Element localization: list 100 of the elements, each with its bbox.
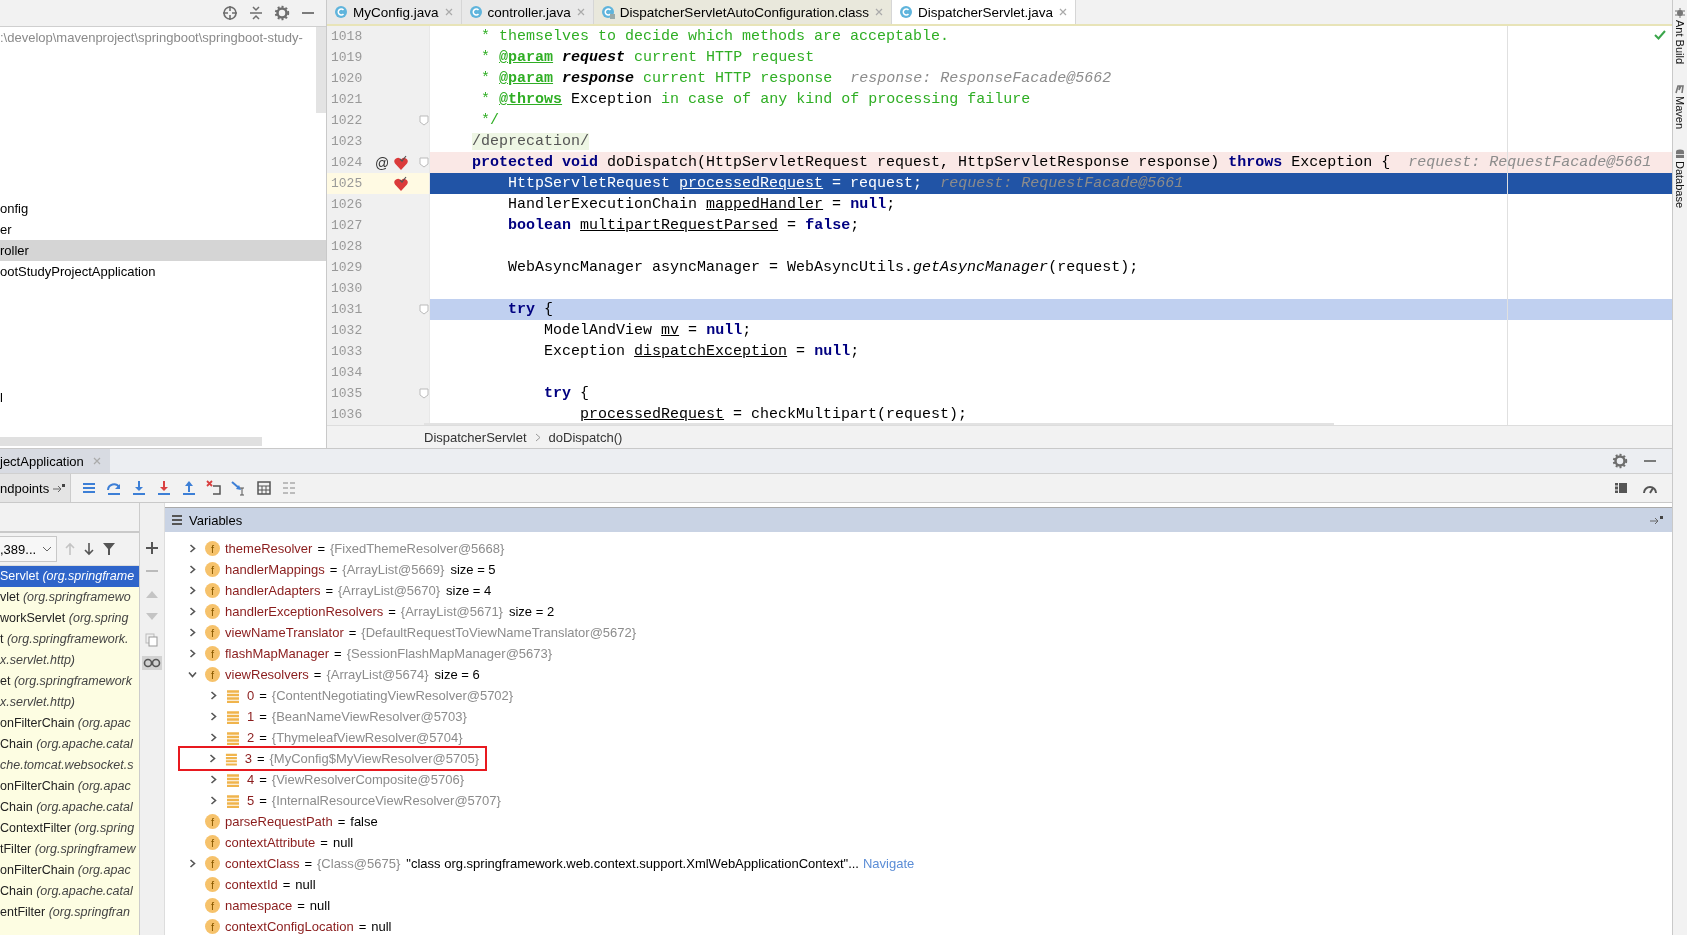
breakpoint-icon[interactable]	[393, 175, 409, 192]
chevron-icon[interactable]	[187, 586, 197, 595]
chevron-icon[interactable]	[187, 565, 197, 574]
chevron-icon[interactable]	[187, 607, 197, 616]
chevron-icon[interactable]	[208, 775, 218, 784]
stack-frame[interactable]: tFilter (org.springframew	[0, 839, 139, 860]
chevron-icon[interactable]	[208, 796, 218, 805]
object-reference: {FixedThemeResolver@5668}	[330, 541, 505, 556]
field-icon: f	[205, 919, 220, 934]
pin-icon[interactable]	[1650, 515, 1664, 525]
tree-item[interactable]: er	[0, 219, 326, 240]
plus-icon[interactable]	[145, 541, 159, 555]
layout-icon[interactable]	[1614, 481, 1628, 495]
drop-frame-icon[interactable]	[206, 480, 223, 496]
stack-frame[interactable]: che.tomcat.websocket.s	[0, 755, 139, 776]
step-out-icon[interactable]	[181, 480, 198, 496]
calculator-icon[interactable]	[256, 480, 273, 496]
filter-icon[interactable]	[102, 542, 117, 556]
line-number: 1018	[330, 29, 364, 44]
chevron-icon[interactable]	[208, 712, 218, 721]
variable-name: handlerMappings	[225, 562, 325, 577]
equals-sign: =	[317, 541, 326, 556]
locate-icon[interactable]	[222, 5, 238, 21]
variable-name: namespace	[225, 898, 293, 913]
equals-sign: =	[282, 877, 291, 892]
stack-frame[interactable]: ContextFilter (org.spring	[0, 818, 139, 839]
chevron-icon[interactable]	[208, 691, 218, 700]
pin-icon[interactable]	[53, 484, 66, 492]
stack-frame[interactable]: t (org.springframework.	[0, 629, 139, 650]
breadcrumb[interactable]: DispatcherServlet	[424, 429, 527, 445]
collapse-icon[interactable]	[248, 5, 264, 21]
close-icon[interactable]	[1058, 7, 1069, 17]
tree-item[interactable]: roller	[0, 240, 326, 261]
stack-frame[interactable]: entFilter (org.springfran	[0, 902, 139, 923]
tree-item[interactable]: ootStudyProjectApplication	[0, 261, 326, 282]
scrollbar[interactable]	[316, 27, 326, 113]
tree-item[interactable]: onfig	[0, 198, 326, 219]
stack-frame[interactable]: Chain (org.apache.catal	[0, 881, 139, 902]
fold-marker-icon[interactable]	[419, 388, 429, 399]
equals-sign: =	[259, 772, 267, 787]
stack-frame[interactable]: Chain (org.apache.catal	[0, 734, 139, 755]
stack-frame[interactable]: onFilterChain (org.apac	[0, 776, 139, 797]
thread-dropdown[interactable]: ,389...	[0, 536, 58, 562]
settings-icon[interactable]	[1612, 453, 1628, 469]
breadcrumb[interactable]: doDispatch()	[548, 429, 623, 445]
down-arrow-icon[interactable]	[83, 542, 96, 556]
variable-value: size = 4	[446, 583, 492, 598]
stack-frame[interactable]: Servlet (org.springframe	[0, 566, 139, 587]
chevron-icon[interactable]	[187, 544, 197, 553]
field-icon: f	[205, 583, 220, 598]
navigate-link[interactable]: Navigate	[862, 856, 915, 871]
settings-icon[interactable]	[274, 5, 290, 21]
equals-sign: =	[334, 646, 342, 661]
force-step-into-icon[interactable]	[156, 480, 173, 496]
chevron-icon[interactable]	[187, 859, 197, 868]
field-icon: f	[205, 541, 220, 556]
stack-frame[interactable]: onFilterChain (org.apac	[0, 713, 139, 734]
object-reference: {InternalResourceViewResolver@5707}	[271, 793, 501, 808]
fold-marker-icon[interactable]	[419, 115, 429, 126]
breakpoints-tab[interactable]: ndpoints	[0, 474, 72, 502]
debug-tab[interactable]: jectApplication	[0, 449, 110, 473]
stack-frame[interactable]: et (org.springframework	[0, 671, 139, 692]
equals-sign: =	[259, 730, 267, 745]
tool-window-button[interactable]: Maven	[1674, 84, 1686, 130]
chevron-icon[interactable]	[207, 754, 217, 763]
editor-tab[interactable]: DispatcherServletAutoConfiguration.class	[593, 0, 892, 24]
equals-sign: =	[329, 562, 338, 577]
chevron-icon[interactable]	[208, 733, 218, 742]
editor-tab[interactable]: DispatcherServlet.java	[891, 0, 1077, 24]
stack-frame[interactable]: onFilterChain (org.apac	[0, 860, 139, 881]
editor-tab[interactable]: controller.java	[461, 0, 594, 24]
variable-name: 3	[244, 751, 252, 766]
stack-frame[interactable]: Chain (org.apache.catal	[0, 797, 139, 818]
chevron-icon[interactable]	[187, 649, 197, 658]
stack-frame[interactable]: x.servlet.http)	[0, 692, 139, 713]
stack-frame[interactable]: x.servlet.http)	[0, 650, 139, 671]
tool-window-button[interactable]: Database	[1674, 149, 1686, 209]
object-reference: {ArrayList@5674}	[326, 667, 429, 682]
chevron-icon[interactable]	[187, 628, 197, 637]
step-over-icon[interactable]	[106, 480, 123, 496]
fold-marker-icon[interactable]	[419, 157, 429, 168]
tool-window-button[interactable]: Ant Build	[1674, 8, 1686, 65]
annotation-marker[interactable]: @	[375, 154, 390, 171]
line-number: 1032	[330, 323, 364, 338]
line-number: 1027	[330, 218, 364, 233]
fold-marker-icon[interactable]	[419, 304, 429, 315]
breakpoint-icon[interactable]	[393, 154, 409, 171]
menu-icon[interactable]	[81, 480, 98, 496]
line-number: 1031	[330, 302, 364, 317]
glasses-icon[interactable]	[142, 656, 162, 670]
step-into-icon[interactable]	[131, 480, 148, 496]
stack-frame[interactable]: vlet (org.springframewo	[0, 587, 139, 608]
editor-tab[interactable]: MyConfig.java	[327, 0, 462, 24]
line-number: 1021	[330, 92, 364, 107]
tree-item[interactable]: l	[0, 387, 326, 408]
scrollbar[interactable]	[0, 437, 262, 446]
stack-frame[interactable]: workServlet (org.spring	[0, 608, 139, 629]
equals-sign: =	[358, 919, 367, 934]
equals-sign: =	[348, 625, 357, 640]
chevron-icon[interactable]	[187, 670, 197, 679]
